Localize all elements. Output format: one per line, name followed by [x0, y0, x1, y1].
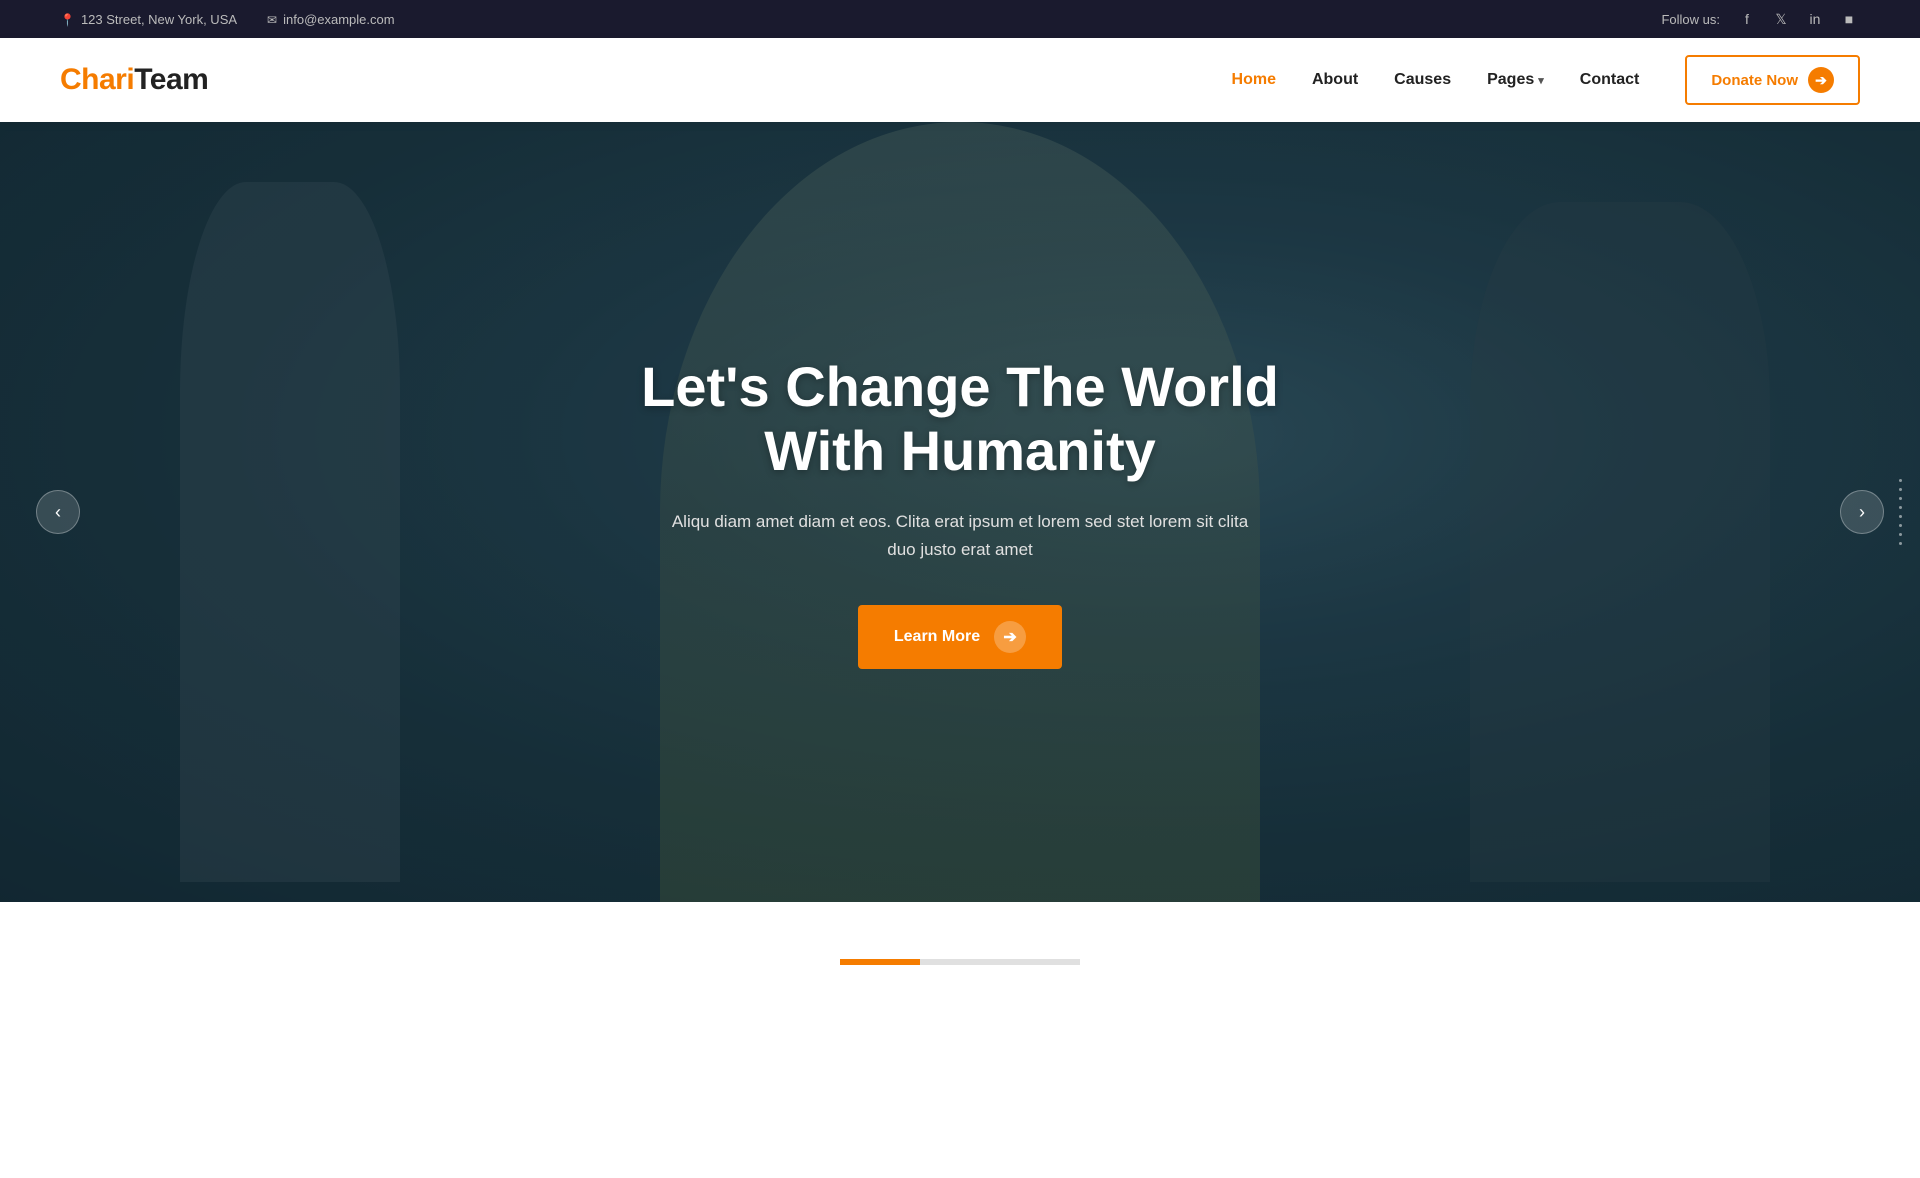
- chevron-down-icon: ▾: [1538, 74, 1544, 87]
- slider-dot-2: [1899, 488, 1902, 491]
- donate-arrow-icon: ➔: [1808, 67, 1834, 93]
- hero-content: Let's Change The WorldWith Humanity Aliq…: [621, 355, 1299, 670]
- top-bar-right: Follow us: f 𝕏 in ■: [1661, 8, 1860, 30]
- main-nav: Home About Causes Pages ▾ Contact Donate…: [1232, 55, 1860, 105]
- slider-dot-4: [1899, 506, 1902, 509]
- figure-left: [180, 182, 400, 882]
- follow-label: Follow us:: [1661, 12, 1720, 27]
- donate-now-button[interactable]: Donate Now ➔: [1685, 55, 1860, 105]
- email-text: info@example.com: [283, 12, 394, 27]
- learn-more-label: Learn More: [894, 628, 980, 646]
- figure-right: [1470, 202, 1770, 882]
- hero-title: Let's Change The WorldWith Humanity: [641, 355, 1279, 484]
- slider-dot-1: [1899, 479, 1902, 482]
- hero-subtitle: Aliqu diam amet diam et eos. Clita erat …: [641, 508, 1279, 566]
- slider-dot-3: [1899, 497, 1902, 500]
- nav-home[interactable]: Home: [1232, 71, 1276, 89]
- bottom-section: [0, 902, 1920, 1022]
- logo[interactable]: ChariTeam: [60, 63, 208, 97]
- chevron-left-icon: ‹: [55, 502, 61, 523]
- pin-icon: [60, 12, 75, 27]
- strip-2[interactable]: [920, 959, 1000, 965]
- linkedin-icon[interactable]: in: [1804, 8, 1826, 30]
- address-item: 123 Street, New York, USA: [60, 12, 237, 27]
- logo-chari: Chari: [60, 63, 134, 96]
- strip-active[interactable]: [840, 959, 920, 965]
- nav-pages[interactable]: Pages ▾: [1487, 71, 1544, 89]
- mail-icon: [267, 12, 277, 27]
- top-bar: 123 Street, New York, USA info@example.c…: [0, 0, 1920, 38]
- learn-more-button[interactable]: Learn More ➔: [858, 605, 1062, 669]
- strip-3[interactable]: [1000, 959, 1080, 965]
- slider-next-button[interactable]: ›: [1840, 490, 1884, 534]
- nav-contact[interactable]: Contact: [1580, 71, 1640, 89]
- nav-causes[interactable]: Causes: [1394, 71, 1451, 89]
- twitter-icon[interactable]: 𝕏: [1770, 8, 1792, 30]
- donate-btn-label: Donate Now: [1711, 72, 1798, 89]
- logo-team: Team: [134, 63, 208, 96]
- slider-dot-8: [1899, 542, 1902, 545]
- slider-dot-7: [1899, 533, 1902, 536]
- slider-dot-6: [1899, 524, 1902, 527]
- nav-about[interactable]: About: [1312, 71, 1358, 89]
- hero-section: ‹ Let's Change The WorldWith Humanity Al…: [0, 122, 1920, 902]
- slider-dots: [1899, 479, 1902, 545]
- instagram-icon[interactable]: ■: [1838, 8, 1860, 30]
- email-item: info@example.com: [267, 12, 395, 27]
- top-bar-left: 123 Street, New York, USA info@example.c…: [60, 12, 395, 27]
- chevron-right-icon: ›: [1859, 502, 1865, 523]
- address-text: 123 Street, New York, USA: [81, 12, 237, 27]
- facebook-icon[interactable]: f: [1736, 8, 1758, 30]
- pagination-strips: [840, 959, 1080, 965]
- slider-prev-button[interactable]: ‹: [36, 490, 80, 534]
- learn-more-arrow-icon: ➔: [994, 621, 1026, 653]
- slider-dot-5: [1899, 515, 1902, 518]
- header: ChariTeam Home About Causes Pages ▾ Cont…: [0, 38, 1920, 122]
